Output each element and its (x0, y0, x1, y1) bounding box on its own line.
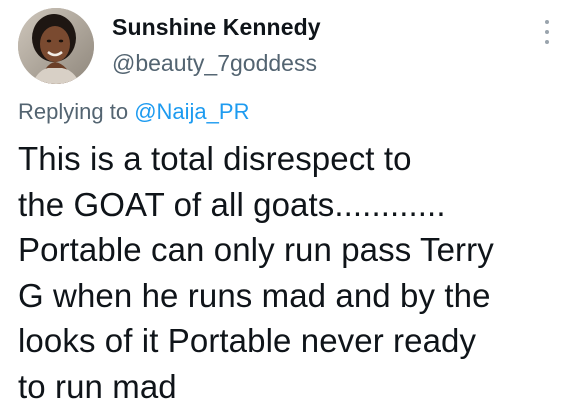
more-vertical-icon[interactable] (537, 20, 557, 44)
more-dot (545, 40, 549, 44)
reply-mention-link[interactable]: @Naija_PR (134, 99, 249, 124)
replying-to-prefix: Replying to (18, 99, 129, 124)
more-dot (545, 20, 549, 24)
tweet-text-line: G when he runs mad and by the (18, 276, 491, 314)
tweet-text-line: Portable can only run pass Terry (18, 231, 494, 268)
tweet-text: This is a total disrespect to the GOAT o… (18, 136, 563, 409)
tweet-text-line: This is a total disrespect to (18, 140, 412, 177)
avatar-image (18, 8, 94, 84)
tweet-text-line: the GOAT of all goats............ (18, 185, 446, 223)
tweet-card: Sunshine Kennedy @beauty_7goddess Replyi… (0, 0, 567, 420)
tweet-text-line: to run mad (18, 367, 177, 405)
tweet-text-line: looks of it Portable never ready (18, 322, 477, 359)
author-display-name[interactable]: Sunshine Kennedy (112, 14, 321, 41)
author-handle[interactable]: @beauty_7goddess (112, 50, 317, 77)
avatar[interactable] (18, 8, 94, 84)
more-dot (545, 30, 549, 34)
replying-to-line: Replying to @Naija_PR (18, 99, 249, 125)
